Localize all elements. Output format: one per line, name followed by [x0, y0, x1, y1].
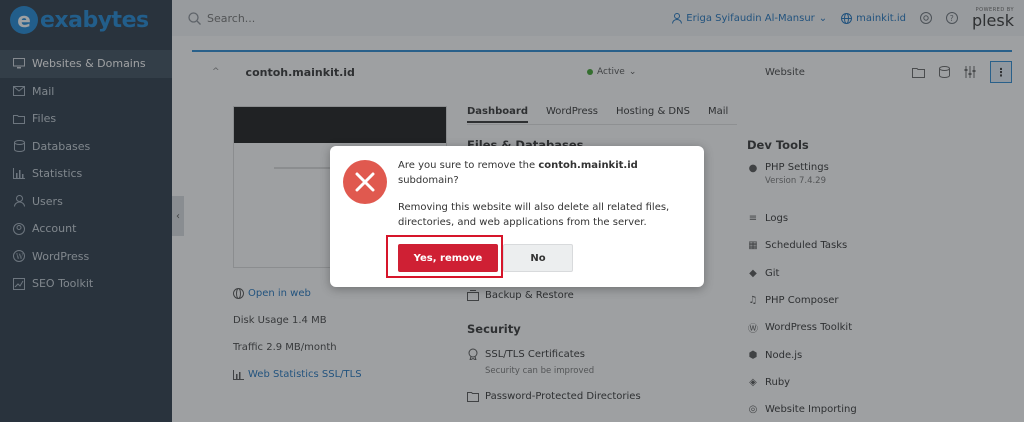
remove-confirmation-dialog: Are you sure to remove the contoh.mainki…: [330, 146, 704, 287]
question-domain: contoh.mainkit.id: [538, 160, 638, 171]
yes-remove-button[interactable]: Yes, remove: [398, 244, 498, 272]
dialog-warning: Removing this website will also delete a…: [398, 202, 670, 228]
dialog-message: Are you sure to remove the contoh.mainki…: [398, 158, 688, 230]
question-suffix: subdomain?: [398, 175, 459, 186]
no-button[interactable]: No: [503, 244, 573, 272]
question-prefix: Are you sure to remove the: [398, 160, 539, 171]
close-circle-icon: [343, 160, 387, 204]
dialog-question: Are you sure to remove the contoh.mainki…: [398, 158, 688, 188]
